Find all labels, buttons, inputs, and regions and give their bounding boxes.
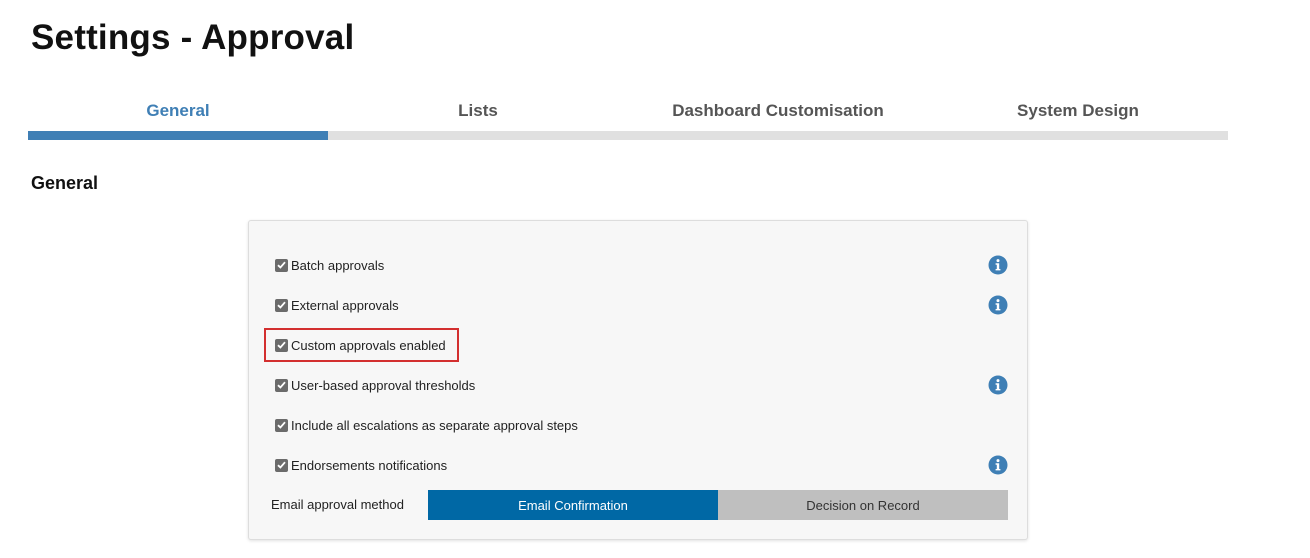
tab-lists-indicator bbox=[328, 131, 628, 140]
check-icon bbox=[277, 341, 286, 349]
email-confirmation-button[interactable]: Email Confirmation bbox=[428, 490, 718, 520]
decision-on-record-button[interactable]: Decision on Record bbox=[718, 490, 1008, 520]
external-approvals-checkbox[interactable] bbox=[275, 298, 288, 312]
external-approvals-label: External approvals bbox=[291, 297, 399, 313]
tab-dashboard-customisation-indicator bbox=[628, 131, 928, 140]
option-batch-approvals: Batch approvals bbox=[275, 253, 384, 277]
include-all-escalations-label: Include all escalations as separate appr… bbox=[291, 417, 578, 433]
tab-general-label: General bbox=[146, 101, 210, 120]
info-icon[interactable] bbox=[988, 295, 1008, 315]
tab-system-design-indicator bbox=[928, 131, 1228, 140]
include-all-escalations-checkbox[interactable] bbox=[275, 418, 288, 432]
tab-dashboard-customisation[interactable]: Dashboard Customisation bbox=[628, 92, 928, 140]
tab-dashboard-customisation-label: Dashboard Customisation bbox=[672, 101, 884, 120]
section-heading: General bbox=[31, 173, 99, 193]
email-approval-method-label: Email approval method bbox=[271, 497, 404, 512]
user-based-approval-thresholds-checkbox[interactable] bbox=[275, 378, 288, 392]
custom-approvals-enabled-checkbox[interactable] bbox=[275, 338, 288, 352]
check-icon bbox=[277, 461, 286, 469]
option-custom-approvals-enabled: Custom approvals enabled bbox=[275, 333, 446, 357]
batch-approvals-checkbox[interactable] bbox=[275, 258, 288, 272]
settings-tabs: General Lists Dashboard Customisation Sy… bbox=[28, 92, 1228, 140]
option-endorsements-notifications: Endorsements notifications bbox=[275, 453, 447, 477]
check-icon bbox=[277, 381, 286, 389]
tab-general[interactable]: General bbox=[28, 92, 328, 140]
info-icon[interactable] bbox=[988, 455, 1008, 475]
check-icon bbox=[277, 421, 286, 429]
batch-approvals-label: Batch approvals bbox=[291, 257, 385, 273]
custom-approvals-enabled-label: Custom approvals enabled bbox=[291, 337, 446, 353]
user-based-approval-thresholds-label: User-based approval thresholds bbox=[291, 377, 476, 393]
check-icon bbox=[277, 261, 286, 269]
info-icon[interactable] bbox=[988, 375, 1008, 395]
tab-lists-label: Lists bbox=[458, 101, 498, 120]
page-title: Settings - Approval bbox=[31, 18, 355, 57]
tab-lists[interactable]: Lists bbox=[328, 92, 628, 140]
info-icon[interactable] bbox=[988, 255, 1008, 275]
tab-system-design-label: System Design bbox=[1017, 101, 1139, 120]
tab-system-design[interactable]: System Design bbox=[928, 92, 1228, 140]
endorsements-notifications-checkbox[interactable] bbox=[275, 458, 288, 472]
endorsements-notifications-label: Endorsements notifications bbox=[291, 457, 448, 473]
option-include-all-escalations: Include all escalations as separate appr… bbox=[275, 413, 578, 437]
option-external-approvals: External approvals bbox=[275, 293, 399, 317]
option-user-based-approval-thresholds: User-based approval thresholds bbox=[275, 373, 475, 397]
check-icon bbox=[277, 301, 286, 309]
approval-settings-panel: Batch approvals External approvals Custo… bbox=[248, 220, 1028, 540]
tab-general-indicator bbox=[28, 131, 328, 140]
